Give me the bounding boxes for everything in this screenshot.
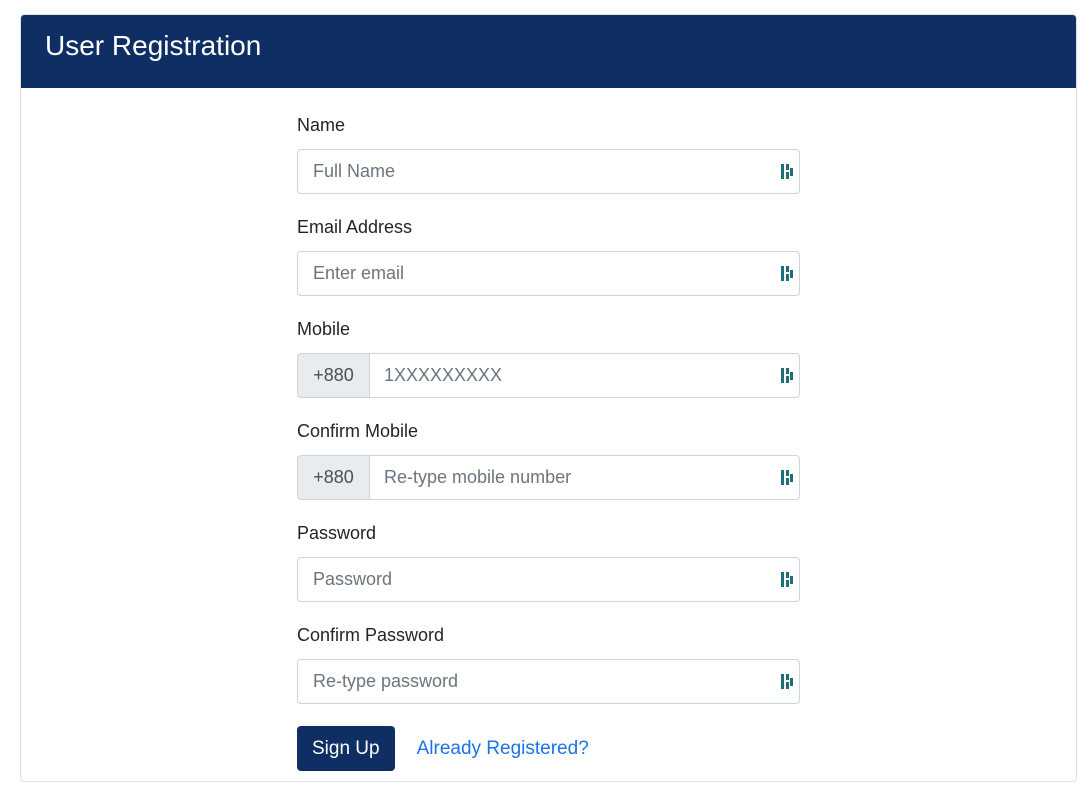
mobile-field-wrap: +880 bbox=[297, 353, 800, 398]
password-manager-icon[interactable] bbox=[780, 367, 794, 384]
mobile-label: Mobile bbox=[297, 319, 351, 339]
mobile-input[interactable] bbox=[369, 353, 800, 398]
password-field-wrap bbox=[297, 557, 800, 602]
email-input[interactable] bbox=[297, 251, 800, 296]
password-manager-icon[interactable] bbox=[780, 673, 794, 690]
registration-form: Name Email Address bbox=[297, 114, 800, 771]
confirm-mobile-label: Confirm Mobile bbox=[297, 421, 419, 441]
country-code-prefix: +880 bbox=[297, 353, 369, 398]
password-input[interactable] bbox=[297, 557, 800, 602]
confirm-mobile-group: Confirm Mobile +880 bbox=[297, 420, 800, 500]
email-label: Email Address bbox=[297, 217, 413, 237]
confirm-mobile-input[interactable] bbox=[369, 455, 800, 500]
already-registered-link[interactable]: Already Registered? bbox=[417, 738, 589, 760]
password-manager-icon[interactable] bbox=[780, 469, 794, 486]
country-code-prefix: +880 bbox=[297, 455, 369, 500]
card-header: User Registration bbox=[21, 15, 1076, 88]
confirm-password-group: Confirm Password bbox=[297, 624, 800, 704]
mobile-group: Mobile +880 bbox=[297, 318, 800, 398]
email-field-wrap bbox=[297, 251, 800, 296]
sign-up-button[interactable]: Sign Up bbox=[297, 726, 395, 771]
password-manager-icon[interactable] bbox=[780, 265, 794, 282]
password-group: Password bbox=[297, 522, 800, 602]
page-title: User Registration bbox=[45, 29, 262, 61]
confirm-password-label: Confirm Password bbox=[297, 625, 445, 645]
name-field-wrap bbox=[297, 149, 800, 194]
password-manager-icon[interactable] bbox=[780, 163, 794, 180]
name-input[interactable] bbox=[297, 149, 800, 194]
confirm-password-input[interactable] bbox=[297, 659, 800, 704]
name-label: Name bbox=[297, 115, 346, 135]
registration-card: User Registration Name Email Address bbox=[20, 14, 1077, 782]
password-manager-icon[interactable] bbox=[780, 571, 794, 588]
confirm-mobile-field-wrap: +880 bbox=[297, 455, 800, 500]
email-group: Email Address bbox=[297, 216, 800, 296]
password-label: Password bbox=[297, 523, 377, 543]
name-group: Name bbox=[297, 114, 800, 194]
confirm-password-field-wrap bbox=[297, 659, 800, 704]
form-actions: Sign Up Already Registered? bbox=[297, 726, 800, 771]
